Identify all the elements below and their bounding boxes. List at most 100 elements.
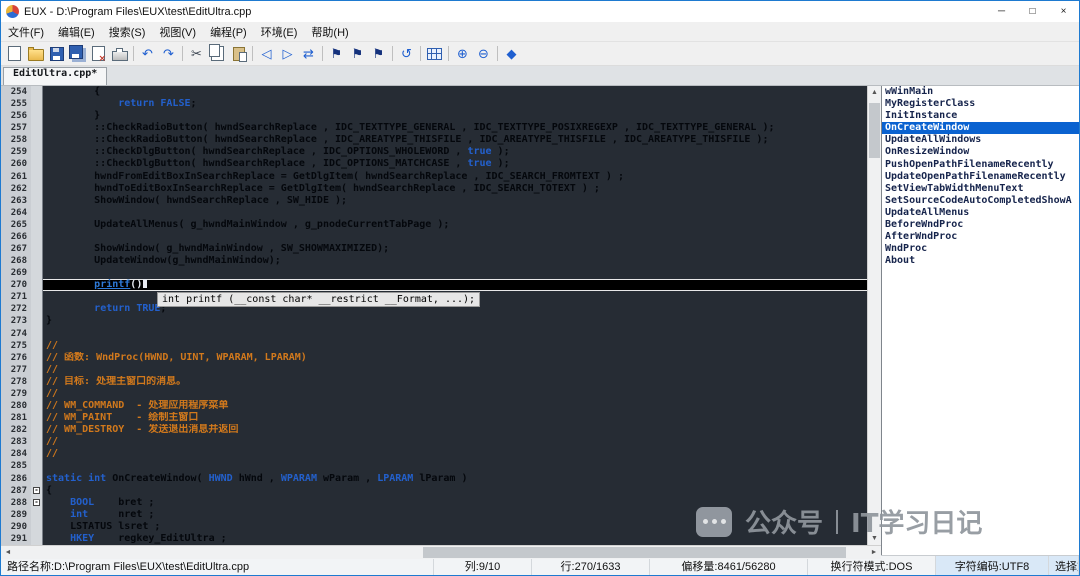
function-list-item[interactable]: wWinMain <box>882 86 1079 98</box>
menu-help[interactable]: 帮助(H) <box>304 22 355 42</box>
code-line[interactable]: 269 <box>1 267 867 279</box>
code-line[interactable]: 265 UpdateAllMenus( g_hwndMainWindow , g… <box>1 219 867 231</box>
code-line[interactable]: 261 hwndFromEditBoxInSearchReplace = Get… <box>1 171 867 183</box>
code-line[interactable]: 283// <box>1 436 867 448</box>
menu-edit[interactable]: 编辑(E) <box>51 22 102 42</box>
save-all-icon[interactable] <box>67 43 88 64</box>
code-line[interactable]: 267 ShowWindow( g_hwndMainWindow , SW_SH… <box>1 243 867 255</box>
code-line[interactable]: 266 <box>1 231 867 243</box>
code-line[interactable]: 255 return FALSE; <box>1 98 867 110</box>
function-list-item[interactable]: SetSourceCodeAutoCompletedShowA <box>882 195 1079 207</box>
function-list-item[interactable]: InitInstance <box>882 110 1079 122</box>
code-line[interactable]: 276// 函数: WndProc(HWND, UINT, WPARAM, LP… <box>1 352 867 364</box>
code-line[interactable]: 282// WM_DESTROY - 发送退出消息并返回 <box>1 424 867 436</box>
vertical-scroll-thumb[interactable] <box>869 103 880 158</box>
code-line[interactable]: 259 ::CheckDlgButton( hwndSearchReplace … <box>1 146 867 158</box>
toggle-bookmark-icon[interactable]: ⚑ <box>326 43 347 64</box>
line-number: 272 <box>1 303 31 315</box>
code-line[interactable]: 262 hwndToEditBoxInSearchReplace = GetDl… <box>1 183 867 195</box>
zoom-in-icon[interactable]: ⊕ <box>452 43 473 64</box>
tab-editultra[interactable]: EditUltra.cpp* <box>3 67 107 85</box>
maximize-button[interactable]: □ <box>1017 1 1048 22</box>
redo-icon[interactable]: ↷ <box>158 43 179 64</box>
function-list-item[interactable]: OnCreateWindow <box>882 122 1079 134</box>
code-line[interactable]: 256 } <box>1 110 867 122</box>
code-line[interactable]: 280// WM_COMMAND - 处理应用程序菜单 <box>1 400 867 412</box>
code-line[interactable]: 278// 目标: 处理主窗口的消息。 <box>1 376 867 388</box>
function-list-item[interactable]: MyRegisterClass <box>882 98 1079 110</box>
code-line[interactable]: 284// <box>1 448 867 460</box>
code-line[interactable]: 279// <box>1 388 867 400</box>
function-list-item[interactable]: UpdateOpenPathFilenameRecently <box>882 171 1079 183</box>
current-code-line[interactable]: 270 printf() <box>1 279 867 291</box>
code-line[interactable]: 273} <box>1 315 867 327</box>
new-file-icon[interactable] <box>4 43 25 64</box>
go-back-icon[interactable]: ↺ <box>396 43 417 64</box>
scroll-left-icon[interactable]: ◄ <box>1 546 15 559</box>
code-line[interactable]: 254 { <box>1 86 867 98</box>
fold-marker-icon[interactable]: - <box>33 499 40 506</box>
vertical-scrollbar[interactable]: ▲ ▼ <box>867 86 881 545</box>
replace-icon[interactable]: ⇄ <box>298 43 319 64</box>
function-list-item[interactable]: OnResizeWindow <box>882 146 1079 158</box>
function-list-item[interactable]: UpdateAllWindows <box>882 134 1079 146</box>
print-icon[interactable] <box>109 43 130 64</box>
zoom-out-icon[interactable]: ⊖ <box>473 43 494 64</box>
code-text: ::CheckRadioButton( hwndSearchReplace , … <box>43 122 867 134</box>
find-prev-icon[interactable]: ◁ <box>256 43 277 64</box>
close-button[interactable]: × <box>1048 1 1079 22</box>
function-list-item[interactable]: UpdateAllMenus <box>882 207 1079 219</box>
minimize-button[interactable]: ─ <box>986 1 1017 22</box>
code-line[interactable]: 258 ::CheckRadioButton( hwndSearchReplac… <box>1 134 867 146</box>
copy-icon[interactable] <box>207 43 228 64</box>
code-line[interactable]: 277// <box>1 364 867 376</box>
undo-icon[interactable]: ↶ <box>137 43 158 64</box>
find-next-icon[interactable]: ▷ <box>277 43 298 64</box>
hex-view-icon[interactable] <box>424 43 445 64</box>
menu-view[interactable]: 视图(V) <box>152 22 203 42</box>
function-list-item[interactable]: WndProc <box>882 243 1079 255</box>
fold-margin <box>31 412 43 424</box>
code-line[interactable]: 274 <box>1 328 867 340</box>
horizontal-scrollbar[interactable]: ◄ ► <box>1 545 881 559</box>
code-editor[interactable]: 254 {255 return FALSE;256 }257 ::CheckRa… <box>1 86 867 545</box>
fold-margin <box>31 171 43 183</box>
code-line[interactable]: 281// WM_PAINT - 绘制主窗口 <box>1 412 867 424</box>
scroll-up-icon[interactable]: ▲ <box>868 86 881 99</box>
function-list-item[interactable]: BeforeWndProc <box>882 219 1079 231</box>
menu-program[interactable]: 编程(P) <box>203 22 254 42</box>
cut-icon[interactable]: ✂ <box>186 43 207 64</box>
fold-margin <box>31 460 43 472</box>
close-file-icon[interactable] <box>88 43 109 64</box>
function-list-item[interactable]: About <box>882 255 1079 267</box>
code-line[interactable]: 257 ::CheckRadioButton( hwndSearchReplac… <box>1 122 867 134</box>
function-list-item[interactable]: SetViewTabWidthMenuText <box>882 183 1079 195</box>
code-line[interactable]: 286static int OnCreateWindow( HWND hWnd … <box>1 473 867 485</box>
menu-search[interactable]: 搜索(S) <box>102 22 153 42</box>
next-bookmark-icon[interactable]: ⚑ <box>368 43 389 64</box>
prev-bookmark-icon[interactable]: ⚑ <box>347 43 368 64</box>
paste-icon[interactable] <box>228 43 249 64</box>
menu-environment[interactable]: 环境(E) <box>254 22 305 42</box>
code-line[interactable]: 285 <box>1 460 867 472</box>
line-number: 258 <box>1 134 31 146</box>
line-number: 263 <box>1 195 31 207</box>
line-number: 270 <box>1 279 31 291</box>
environment-icon[interactable]: ◆ <box>501 43 522 64</box>
code-line[interactable]: 264 <box>1 207 867 219</box>
code-line[interactable]: 263 ShowWindow( hwndSearchReplace , SW_H… <box>1 195 867 207</box>
function-list-item[interactable]: AfterWndProc <box>882 231 1079 243</box>
scroll-right-icon[interactable]: ► <box>867 546 881 559</box>
open-file-icon[interactable] <box>25 43 46 64</box>
menu-file[interactable]: 文件(F) <box>1 22 51 42</box>
code-line[interactable]: 268 UpdateWindow(g_hwndMainWindow); <box>1 255 867 267</box>
function-list-item[interactable]: PushOpenPathFilenameRecently <box>882 159 1079 171</box>
code-line[interactable]: 275// <box>1 340 867 352</box>
line-number: 262 <box>1 183 31 195</box>
fold-marker-icon[interactable]: - <box>33 487 40 494</box>
code-line[interactable]: 260 ::CheckDlgButton( hwndSearchReplace … <box>1 158 867 170</box>
save-file-icon[interactable] <box>46 43 67 64</box>
chat-bubble-icon <box>696 507 732 537</box>
code-line[interactable]: 287-{ <box>1 485 867 497</box>
horizontal-scroll-thumb[interactable] <box>423 547 845 558</box>
